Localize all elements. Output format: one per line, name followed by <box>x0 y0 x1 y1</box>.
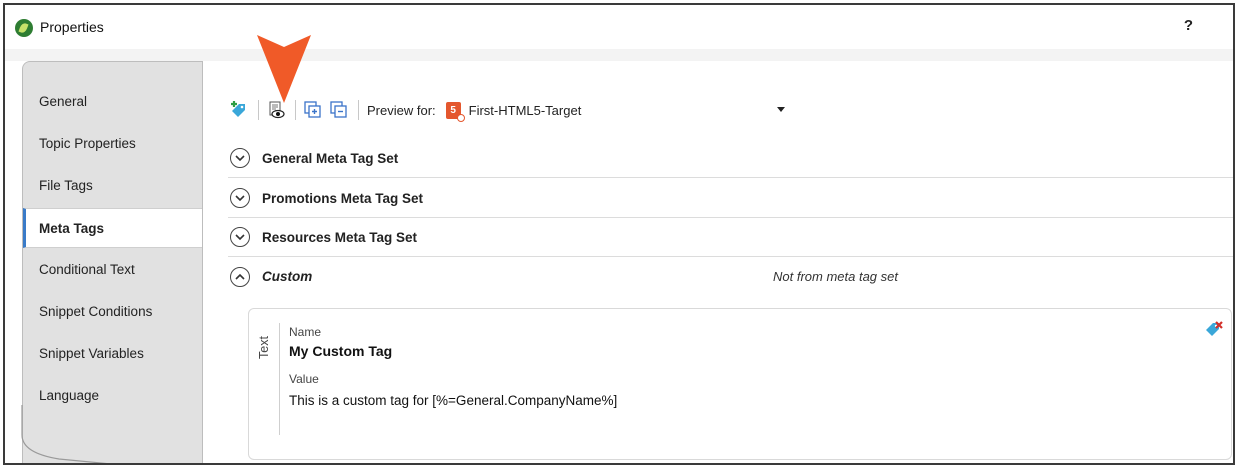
sidebar-item-conditional-text[interactable]: Conditional Text <box>23 250 203 290</box>
sidebar-item-meta-tags[interactable]: Meta Tags <box>23 208 205 248</box>
help-button[interactable]: ? <box>1184 17 1193 34</box>
collapse-all-icon[interactable] <box>328 99 350 121</box>
properties-window: Properties ? General Topic Properties Fi… <box>3 3 1235 465</box>
section-title: General Meta Tag Set <box>262 150 399 166</box>
title-bar: Properties ? <box>5 5 1233 49</box>
meta-tags-panel: Preview for: 5 First-HTML5-Target Genera… <box>202 61 1233 463</box>
title-strip <box>5 49 1233 61</box>
toolbar-separator <box>358 100 359 120</box>
annotation-arrow-icon <box>257 35 311 103</box>
chevron-up-icon[interactable] <box>230 266 250 287</box>
sidebar-curve <box>21 405 108 463</box>
custom-tag-card: Text Name My Custom Tag Value This is a … <box>248 308 1232 460</box>
chevron-down-icon[interactable] <box>230 188 250 208</box>
chevron-down-icon[interactable] <box>230 148 250 168</box>
section-title: Custom <box>262 269 313 284</box>
value-label: Value <box>289 372 319 386</box>
window-title: Properties <box>40 19 104 35</box>
sidebar-item-general[interactable]: General <box>23 82 203 122</box>
preview-for-label: Preview for: <box>367 102 436 118</box>
tag-name-field[interactable]: My Custom Tag <box>289 343 392 359</box>
sidebar-item-snippet-conditions[interactable]: Snippet Conditions <box>23 292 203 332</box>
section-custom[interactable]: Custom Not from meta tag set <box>228 257 1233 296</box>
section-title: Promotions Meta Tag Set <box>262 190 424 206</box>
app-logo-icon <box>15 19 33 37</box>
sidebar-item-topic-properties[interactable]: Topic Properties <box>23 124 203 164</box>
section-general-meta-tag-set[interactable]: General Meta Tag Set <box>228 139 1233 178</box>
section-resources-meta-tag-set[interactable]: Resources Meta Tag Set <box>228 218 1233 257</box>
name-label: Name <box>289 325 322 339</box>
chevron-down-icon[interactable] <box>230 227 250 247</box>
html5-target-icon: 5 <box>445 101 465 122</box>
divider <box>279 323 280 435</box>
section-title: Resources Meta Tag Set <box>262 229 418 245</box>
add-tag-icon[interactable] <box>228 99 250 121</box>
section-note: Not from meta tag set <box>773 269 898 284</box>
sidebar-item-snippet-variables[interactable]: Snippet Variables <box>23 334 203 374</box>
tag-value-field[interactable]: This is a custom tag for [%=General.Comp… <box>289 393 617 408</box>
tag-type-label: Text <box>257 336 271 359</box>
remove-tag-icon[interactable] <box>1205 321 1223 339</box>
toolbar: Preview for: 5 First-HTML5-Target <box>228 95 1233 125</box>
preview-target-value: First-HTML5-Target <box>468 102 582 118</box>
preview-target-dropdown[interactable]: 5 First-HTML5-Target <box>445 98 791 122</box>
sidebar-item-file-tags[interactable]: File Tags <box>23 166 203 206</box>
chevron-down-icon[interactable] <box>776 107 785 112</box>
section-promotions-meta-tag-set[interactable]: Promotions Meta Tag Set <box>228 179 1233 218</box>
